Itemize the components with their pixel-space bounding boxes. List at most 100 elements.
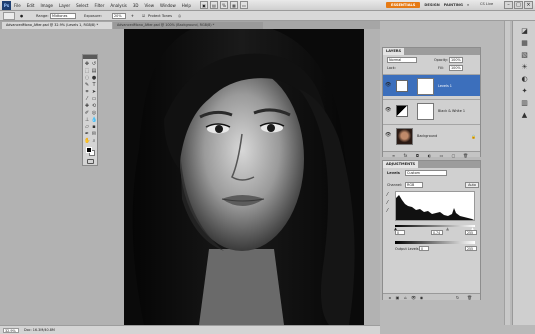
- menu-edit[interactable]: Edit: [27, 3, 35, 8]
- menu-analysis[interactable]: Analysis: [110, 3, 126, 8]
- zoom-level-button[interactable]: %: [220, 1, 228, 9]
- quick-mask-icon[interactable]: [87, 159, 94, 164]
- layer-row-black-white[interactable]: 👁 Black & White 1: [383, 99, 480, 121]
- note-tool-icon[interactable]: ✉: [91, 131, 97, 137]
- styles-panel-icon[interactable]: ▧: [520, 51, 529, 60]
- tools-panel-grip[interactable]: [83, 55, 97, 59]
- auto-button[interactable]: Auto: [465, 182, 479, 188]
- expand-view-icon[interactable]: ▣: [395, 295, 400, 300]
- menu-view[interactable]: View: [145, 3, 155, 8]
- maximize-button[interactable]: □: [514, 1, 523, 9]
- visibility-toggle-icon[interactable]: 👁: [411, 295, 416, 300]
- minimize-button[interactable]: –: [504, 1, 513, 9]
- menu-filter[interactable]: Filter: [94, 3, 104, 8]
- channel-select[interactable]: RGB: [405, 182, 423, 188]
- dodge-tool-icon[interactable]: ●: [91, 75, 97, 81]
- input-white-field[interactable]: 255: [465, 230, 477, 235]
- menu-image[interactable]: Image: [40, 3, 53, 8]
- delete-layer-icon[interactable]: 🗑: [463, 153, 468, 158]
- arrange-documents-button[interactable]: ▦: [230, 1, 238, 9]
- workspace-painting[interactable]: PAINTING: [444, 3, 463, 7]
- airbrush-icon[interactable]: ✈: [131, 14, 134, 18]
- history-brush-tool-icon[interactable]: ↺: [91, 61, 97, 67]
- launch-bridge-button[interactable]: ▣: [200, 1, 208, 9]
- protect-tones-checkbox[interactable]: ☑: [142, 14, 145, 18]
- histogram-panel-icon[interactable]: ▥: [520, 99, 529, 108]
- input-levels-slider[interactable]: [395, 225, 475, 227]
- layer-name[interactable]: Black & White 1: [438, 109, 465, 113]
- sponge-tool-icon[interactable]: ▪: [91, 124, 97, 130]
- document-tab-other[interactable]: AdvancedMono_After.psd @ 100% (Backgroun…: [113, 22, 263, 29]
- workspace-design[interactable]: DESIGN: [424, 3, 439, 7]
- view-previous-icon[interactable]: ◉: [419, 295, 424, 300]
- swatches-panel-icon[interactable]: ▦: [520, 39, 529, 48]
- 3d-rotate-tool-icon[interactable]: ⟲: [91, 103, 97, 109]
- shape-tool-icon[interactable]: ▭: [91, 96, 97, 102]
- healing-tool-icon[interactable]: ✚: [84, 103, 90, 109]
- foreground-color-swatch[interactable]: [86, 147, 92, 153]
- move-tool-icon[interactable]: ✥: [84, 61, 90, 67]
- background-thumbnail[interactable]: [396, 128, 413, 145]
- reset-icon[interactable]: ↻: [455, 295, 460, 300]
- doc-size-info[interactable]: Doc: 16.3M/40.8M: [24, 328, 55, 332]
- menu-3d[interactable]: 3D: [133, 3, 139, 8]
- layers-panel-tab[interactable]: LAYERS: [383, 48, 405, 55]
- gray-point-eyedropper-icon[interactable]: ⁄: [387, 201, 392, 206]
- 3d-orbit-tool-icon[interactable]: ◎: [91, 110, 97, 116]
- black-point-eyedropper-icon[interactable]: ⁄: [387, 193, 392, 198]
- new-adjustment-icon[interactable]: ◐: [427, 153, 432, 158]
- document-tab-active[interactable]: AdvancedMono_After.psd @ 32.9% (Levels 1…: [2, 22, 112, 29]
- quick-select-tool-icon[interactable]: ✎: [84, 82, 90, 88]
- adjustments-panel-icon[interactable]: ☀: [520, 63, 529, 72]
- tool-preset-picker[interactable]: [3, 12, 15, 20]
- eraser-tool-icon[interactable]: ▱: [84, 124, 90, 130]
- visibility-eye-icon[interactable]: 👁: [385, 133, 391, 138]
- menu-layer[interactable]: Layer: [59, 3, 70, 8]
- brush-tool-icon[interactable]: ✐: [84, 110, 90, 116]
- info-panel-icon[interactable]: ▲: [520, 111, 529, 120]
- menu-window[interactable]: Window: [160, 3, 176, 8]
- panel-dock-scrollbar[interactable]: [504, 21, 510, 325]
- lasso-tool-icon[interactable]: ◌: [84, 75, 90, 81]
- output-white-field[interactable]: 255: [465, 246, 477, 251]
- visibility-eye-icon[interactable]: 👁: [385, 83, 391, 88]
- zoom-tool-icon[interactable]: ⌕: [91, 138, 97, 144]
- blend-mode-select[interactable]: Normal: [387, 57, 417, 63]
- eyedropper-tool-icon[interactable]: ⁄: [84, 96, 90, 102]
- canvas-area[interactable]: [0, 29, 380, 325]
- workspace-more[interactable]: »: [467, 3, 469, 7]
- new-layer-icon[interactable]: ▢: [451, 153, 456, 158]
- launch-minibridge-button[interactable]: ▤: [210, 1, 218, 9]
- gradient-tool-icon[interactable]: ▤: [91, 68, 97, 74]
- add-mask-icon[interactable]: ◘: [415, 153, 420, 158]
- pen-tool-icon[interactable]: ✒: [84, 131, 90, 137]
- blur-tool-icon[interactable]: 💧: [91, 117, 97, 123]
- color-panel-icon[interactable]: ◪: [520, 27, 529, 36]
- layer-style-icon[interactable]: fx: [403, 153, 408, 158]
- menu-help[interactable]: Help: [182, 3, 191, 8]
- path-select-tool-icon[interactable]: ➤: [91, 89, 97, 95]
- zoom-field[interactable]: 32.9%: [3, 328, 19, 333]
- exposure-field[interactable]: 20%: [112, 13, 126, 19]
- menu-select[interactable]: Select: [76, 3, 88, 8]
- layer-row-levels[interactable]: 👁 Levels 1: [383, 74, 480, 96]
- output-levels-gradient[interactable]: [395, 241, 475, 244]
- delete-adjustment-icon[interactable]: 🗑: [467, 295, 472, 300]
- menu-file[interactable]: File: [14, 3, 21, 8]
- adjustments-panel-tab[interactable]: ADJUSTMENTS: [383, 161, 419, 168]
- gray-input-handle[interactable]: ▲: [446, 226, 449, 231]
- screen-mode-button[interactable]: ▭: [240, 1, 248, 9]
- opacity-field[interactable]: 100%: [449, 57, 463, 63]
- back-arrow-icon[interactable]: ◂: [387, 295, 392, 300]
- preset-select[interactable]: Custom: [405, 170, 447, 176]
- input-gray-field[interactable]: 0.74: [431, 230, 443, 235]
- link-layers-icon[interactable]: ∞: [391, 153, 396, 158]
- visibility-eye-icon[interactable]: 👁: [385, 108, 391, 113]
- crop-tool-icon[interactable]: ⌗: [84, 89, 90, 95]
- type-tool-icon[interactable]: T: [91, 82, 97, 88]
- layer-row-background[interactable]: 👁 Background 🔒: [383, 124, 480, 146]
- pressure-icon[interactable]: ◎: [178, 14, 181, 18]
- workspace-essentials[interactable]: ESSENTIALS: [386, 2, 421, 8]
- output-black-field[interactable]: 0: [419, 246, 429, 251]
- range-select[interactable]: Midtones: [50, 13, 76, 19]
